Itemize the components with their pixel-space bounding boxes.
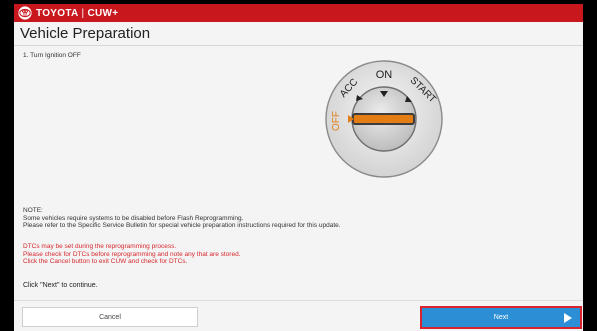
- label-on-text: ON: [376, 69, 393, 81]
- warning-line: Click the Cancel button to exit CUW and …: [23, 258, 188, 266]
- warning-line: Please check for DTCs before reprogrammi…: [23, 250, 241, 258]
- note-line: Please refer to the Specific Service Bul…: [23, 222, 341, 230]
- next-button[interactable]: Next: [420, 306, 582, 329]
- key-slot: [352, 113, 415, 125]
- brand-separator: |: [81, 7, 85, 19]
- cancel-button-label: Cancel: [99, 313, 121, 321]
- play-arrow-icon: [564, 313, 572, 325]
- page-title: Vehicle Preparation: [20, 25, 151, 42]
- brand-name: TOYOTA: [36, 7, 79, 19]
- note-section: NOTE: Some vehicles require systems to b…: [23, 207, 543, 230]
- step-instruction: 1. Turn Ignition OFF: [23, 52, 81, 59]
- footer-divider: [14, 300, 583, 301]
- label-off: OFF: [331, 111, 342, 131]
- note-heading: NOTE:: [23, 207, 43, 214]
- warning-section: DTCs may be set during the reprogramming…: [23, 243, 543, 266]
- header-bar: TOYOTA | CUW+: [14, 4, 583, 22]
- app-window: TOYOTA | CUW+ Vehicle Preparation 1. Turn …: [14, 4, 583, 331]
- brand-title: TOYOTA | CUW+: [36, 8, 118, 19]
- title-divider: [14, 45, 583, 46]
- toyota-logo-icon: [18, 6, 32, 20]
- cancel-button[interactable]: Cancel: [22, 307, 198, 327]
- ignition-diagram: ON ACC START OFF: [304, 60, 464, 210]
- label-off-text: OFF: [331, 111, 342, 131]
- note-line: Some vehicles require systems to be disa…: [23, 214, 244, 222]
- app-name: CUW+: [87, 7, 119, 19]
- continue-instruction: Click "Next" to continue.: [23, 282, 98, 289]
- warning-line: DTCs may be set during the reprogramming…: [23, 243, 177, 250]
- label-on: ON: [376, 69, 393, 81]
- next-button-label: Next: [493, 314, 509, 321]
